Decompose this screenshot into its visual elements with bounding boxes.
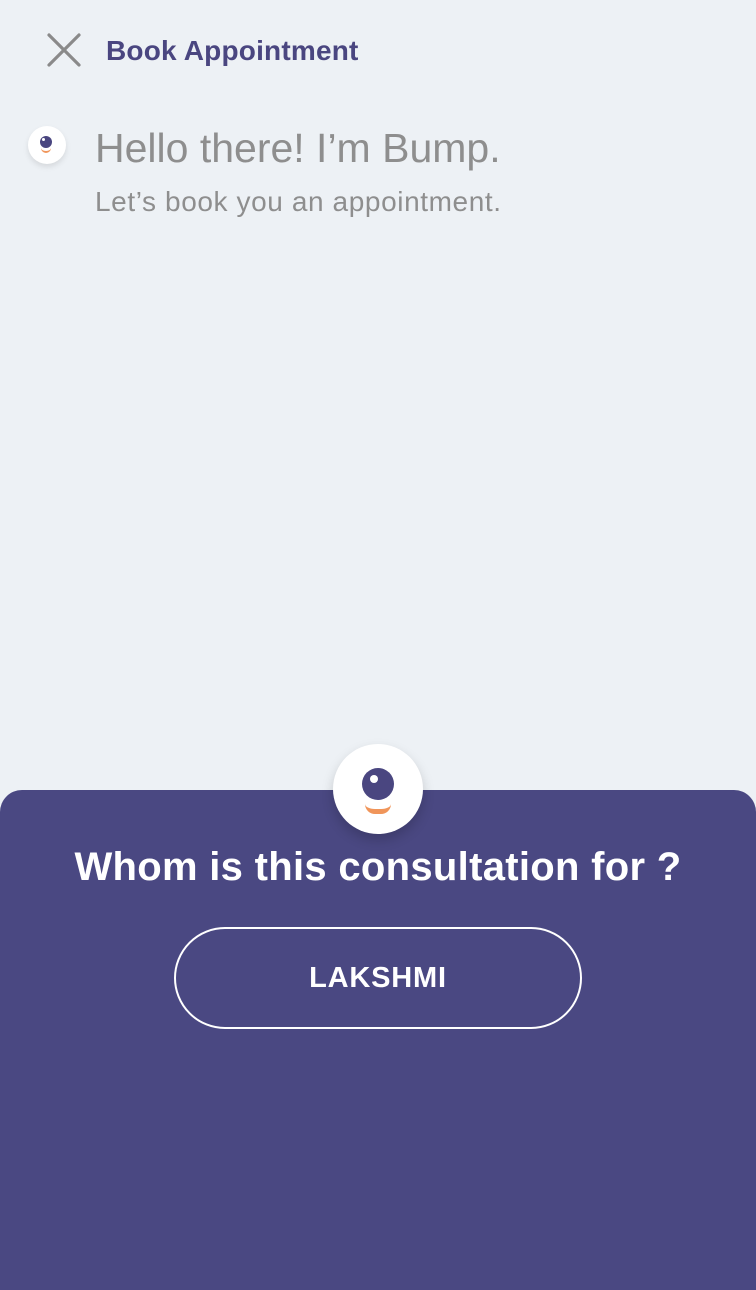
bump-mascot-icon bbox=[333, 744, 423, 834]
patient-option-button[interactable]: LAKSHMI bbox=[174, 927, 582, 1029]
mascot-eye bbox=[40, 136, 52, 148]
mascot-smile bbox=[41, 148, 51, 153]
bump-mascot-icon bbox=[28, 126, 66, 164]
page-title: Book Appointment bbox=[106, 35, 359, 66]
close-button[interactable] bbox=[36, 22, 92, 78]
patient-option-label: LAKSHMI bbox=[309, 961, 447, 994]
mascot-eye bbox=[362, 768, 394, 800]
greeting-subtitle: Let’s book you an appointment. bbox=[95, 186, 502, 217]
mascot-smile bbox=[365, 804, 391, 814]
greeting-title: Hello there! I’m Bump. bbox=[95, 125, 501, 171]
close-icon bbox=[47, 33, 81, 67]
consultation-question: Whom is this consultation for ? bbox=[74, 845, 682, 889]
header: Book Appointment bbox=[0, 0, 756, 104]
